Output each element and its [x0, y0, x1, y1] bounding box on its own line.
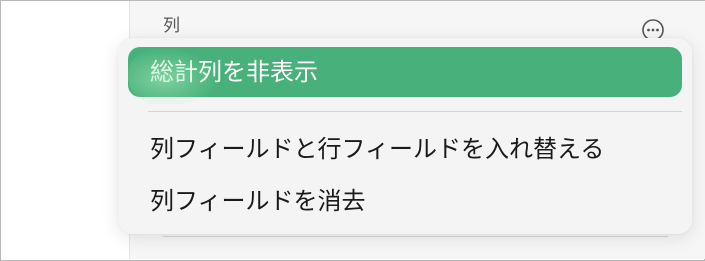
menu-item-swap-column-and-row-fields[interactable]: 列フィールドと行フィールドを入れ替える	[128, 124, 682, 174]
menu-item-hide-grand-total-column[interactable]: 総計列を非表示	[128, 47, 682, 97]
context-menu: 総計列を非表示 列フィールドと行フィールドを入れ替える 列フィールドを消去	[118, 38, 692, 234]
left-content-area	[1, 1, 128, 259]
menu-separator	[148, 111, 682, 112]
menu-item-clear-column-fields[interactable]: 列フィールドを消去	[128, 176, 682, 226]
panel-divider	[163, 236, 668, 237]
section-label-columns: 列	[163, 16, 180, 36]
